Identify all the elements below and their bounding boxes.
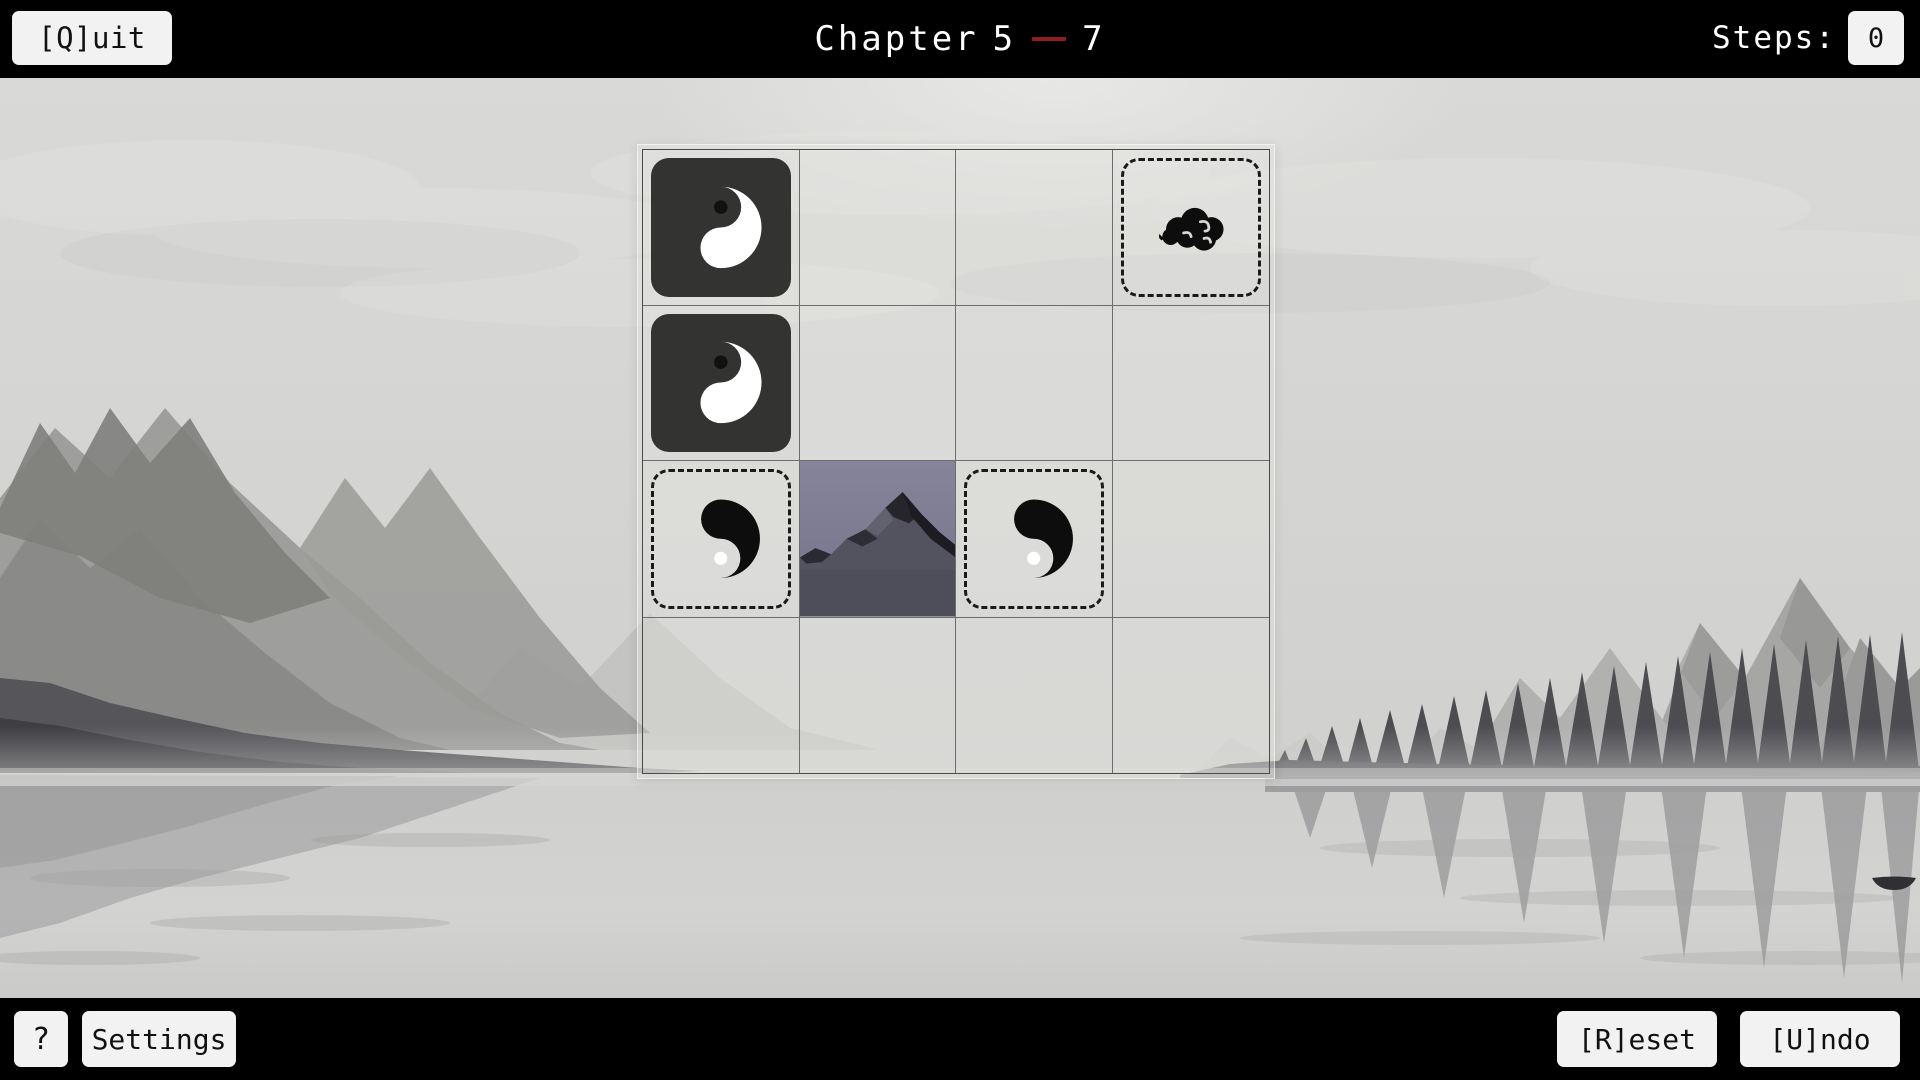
steps-counter: Steps: 0 bbox=[1712, 8, 1904, 68]
yinyang-white-icon bbox=[672, 179, 770, 276]
yinyang-black-icon bbox=[674, 492, 767, 585]
grid-cell-r1c3[interactable] bbox=[956, 150, 1113, 306]
reset-button[interactable]: [R]eset bbox=[1557, 1011, 1717, 1067]
grid-cell-r1c1[interactable] bbox=[643, 150, 800, 306]
goal-marker[interactable] bbox=[651, 469, 791, 609]
grid-cell-r3c4[interactable] bbox=[1112, 461, 1269, 618]
top-bar: [Q]uit Chapter 5 7 Steps: 0 bbox=[0, 0, 1920, 78]
grid-cell-r4c3[interactable] bbox=[956, 617, 1113, 773]
mountain-block[interactable] bbox=[799, 461, 955, 617]
cloud-icon bbox=[1144, 181, 1238, 274]
page-title: Chapter 5 7 bbox=[0, 0, 1920, 78]
steps-value: 0 bbox=[1848, 11, 1904, 65]
settings-button[interactable]: Settings bbox=[82, 1011, 236, 1067]
grid-cell-r4c4[interactable] bbox=[1113, 618, 1270, 774]
goal-marker[interactable] bbox=[1120, 158, 1261, 297]
level-number: 7 bbox=[1082, 19, 1106, 59]
grid-cell-r2c2[interactable] bbox=[799, 305, 956, 461]
undo-button[interactable]: [U]ndo bbox=[1740, 1011, 1900, 1067]
grid-cell-r2c4[interactable] bbox=[1112, 306, 1269, 461]
help-button[interactable]: ? bbox=[14, 1011, 68, 1067]
steps-label: Steps: bbox=[1712, 20, 1836, 56]
chapter-number: 5 bbox=[992, 19, 1017, 59]
grid-cell-r3c1[interactable] bbox=[643, 461, 800, 618]
grid-cell-r1c4[interactable] bbox=[1112, 150, 1269, 306]
grid-cell-r1c2[interactable] bbox=[799, 150, 956, 306]
puzzle-board-frame bbox=[637, 144, 1275, 779]
grid-cell-r2c1[interactable] bbox=[643, 305, 800, 461]
grid-cell-r4c1[interactable] bbox=[643, 617, 800, 773]
chapter-word: Chapter bbox=[814, 19, 979, 59]
grid-cell-r2c3[interactable] bbox=[956, 305, 1113, 461]
goal-marker[interactable] bbox=[964, 469, 1104, 609]
yinyang-black-icon bbox=[987, 492, 1080, 585]
grid-cell-r3c3[interactable] bbox=[956, 461, 1113, 618]
yinyang-white-block[interactable] bbox=[651, 158, 791, 297]
puzzle-grid bbox=[642, 149, 1270, 774]
bottom-bar: ? Settings [R]eset [U]ndo bbox=[0, 998, 1920, 1080]
yinyang-white-icon bbox=[672, 334, 770, 431]
yinyang-white-block[interactable] bbox=[651, 313, 791, 452]
grid-cell-r3c2[interactable] bbox=[799, 461, 956, 618]
grid-cell-r4c2[interactable] bbox=[800, 617, 956, 773]
title-separator bbox=[1032, 37, 1067, 41]
